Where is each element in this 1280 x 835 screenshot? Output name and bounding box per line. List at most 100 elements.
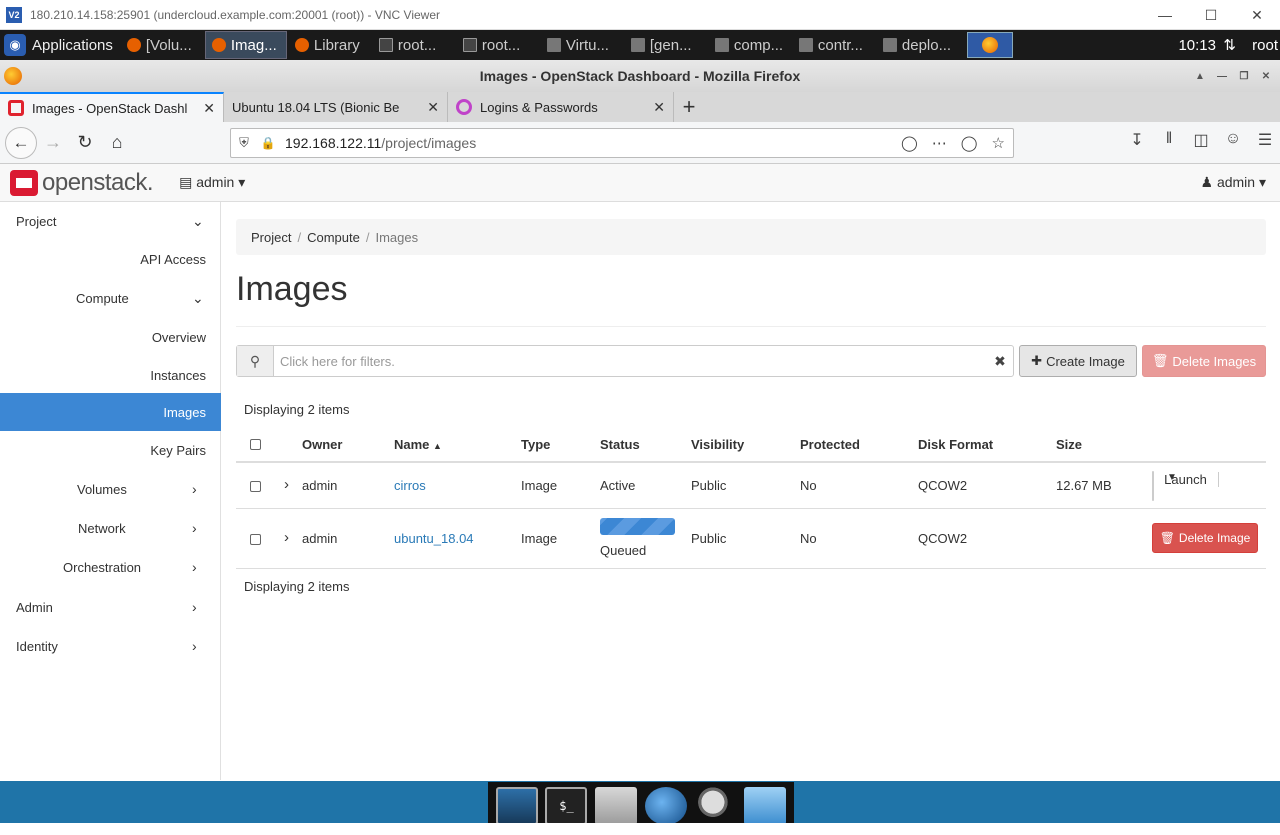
sidebar-item-overview[interactable]: Overview [0,318,221,356]
taskbar-item[interactable]: comp... [709,31,791,59]
col-size[interactable]: Size [1056,437,1082,452]
panel-clock[interactable]: 10:13 [1178,37,1216,54]
row-checkbox[interactable] [250,481,261,492]
terminal-icon[interactable]: $_ [545,787,588,825]
sidebar-item-orchestration[interactable]: Orchestration › [0,548,221,586]
folder-icon[interactable] [744,787,787,825]
select-all-checkbox[interactable] [250,439,261,450]
openstack-logo[interactable]: openstack. [10,169,154,197]
col-protected[interactable]: Protected [800,437,860,452]
col-owner[interactable]: Owner [302,437,342,452]
web-browser-icon[interactable] [644,787,687,825]
caret-down-icon[interactable]: ▼ [1153,472,1191,483]
sidebar-item-key-pairs[interactable]: Key Pairs [0,431,221,469]
home-folder-icon[interactable] [595,787,638,825]
breadcrumb-project[interactable]: Project [251,230,291,245]
taskbar-item[interactable]: root... [457,31,539,59]
maximize-icon[interactable]: ☐ [1188,0,1234,30]
menu-icon[interactable]: ☰ [1256,130,1274,150]
vm-console-icon [630,38,645,52]
taskbar-item[interactable]: deplo... [877,31,959,59]
window-close-icon[interactable]: ✕ [1258,69,1274,83]
firefox-launcher-button[interactable] [966,32,1013,58]
sidebar-item-project[interactable]: Project ⌄ [0,202,221,240]
applications-menu[interactable]: ◉ Applications [0,30,121,60]
tab-close-icon[interactable]: ✕ [653,99,665,116]
bookmark-star-icon[interactable]: ☆ [992,134,1005,152]
sidebar-item-volumes[interactable]: Volumes › [0,470,221,508]
lightbulb-icon[interactable]: ◯ [901,134,918,152]
taskbar-item[interactable]: root... [373,31,455,59]
taskbar-item[interactable]: Library [289,31,371,59]
expand-row-icon[interactable]: › [284,476,289,493]
insecure-lock-icon[interactable]: 🔒 [257,136,279,150]
network-icon[interactable]: ⇅ [1223,36,1236,54]
col-status[interactable]: Status [600,437,640,452]
row-checkbox[interactable] [250,534,261,545]
url-bar[interactable]: ⛨ 🔒 192.168.122.11/project/images ◯ ⋯ ◯ … [230,128,1014,158]
openstack-header: openstack. ▤ admin ▾ ♟ admin ▾ [0,164,1280,202]
sidebar-item-instances[interactable]: Instances [0,356,221,394]
taskbar-item[interactable]: [gen... [625,31,707,59]
image-name-link[interactable]: cirros [394,478,426,493]
account-icon[interactable]: ☺ [1224,130,1242,150]
pocket-icon[interactable]: ◯ [961,134,978,152]
col-visibility[interactable]: Visibility [691,437,744,452]
create-image-button[interactable]: ✚ Create Image [1019,345,1137,377]
tab-logins[interactable]: Logins & Passwords ✕ [448,92,674,122]
taskbar-item[interactable]: [Volu... [121,31,203,59]
new-tab-icon[interactable]: + [674,92,704,122]
delete-images-button[interactable]: 🗑 Delete Images [1142,345,1266,377]
close-icon[interactable]: ✕ [1234,0,1280,30]
search-icon[interactable] [694,787,737,825]
home-icon[interactable]: ⌂ [101,127,133,159]
url-text[interactable]: 192.168.122.11/project/images [285,135,476,151]
chevron-right-icon: › [192,599,197,615]
sidebar-item-compute[interactable]: Compute ⌄ [0,279,221,317]
page-actions-icon[interactable]: ⋯ [932,134,947,152]
sidebar-item-admin[interactable]: Admin › [0,588,221,626]
tab-close-icon[interactable]: ✕ [427,99,439,116]
expand-row-icon[interactable]: › [284,529,289,546]
tab-close-icon[interactable]: ✕ [203,100,215,117]
forward-icon[interactable]: → [37,127,69,159]
minimize-icon[interactable]: — [1142,0,1188,30]
download-icon[interactable]: ↧ [1128,130,1146,150]
tab-ubuntu[interactable]: Ubuntu 18.04 LTS (Bionic Be ✕ [224,92,448,122]
breadcrumb-images: Images [375,229,419,245]
delete-image-button[interactable]: 🗑 Delete Image [1152,523,1258,553]
tab-images[interactable]: Images - OpenStack Dashl ✕ [0,92,224,122]
clear-filter-icon[interactable]: ✖ [987,346,1013,376]
sidebar-icon[interactable]: ◫ [1192,130,1210,150]
taskbar-item[interactable]: contr... [793,31,875,59]
search-icon[interactable]: ⚲ [237,346,274,376]
sidebar-item-identity[interactable]: Identity › [0,627,221,665]
window-up-icon[interactable]: ▲ [1192,69,1208,83]
project-selector[interactable]: ▤ admin ▾ [179,174,245,191]
taskbar-item[interactable]: Imag... [204,31,287,59]
taskbar-item[interactable]: Virtu... [541,31,623,59]
window-title: Images - OpenStack Dashboard - Mozilla F… [479,68,801,84]
sidebar-item-network[interactable]: Network › [0,509,221,547]
col-name[interactable]: Name ▲ [394,437,442,452]
col-disk-format[interactable]: Disk Format [918,437,993,452]
filter-input[interactable] [274,346,987,376]
window-restore-icon[interactable]: ❐ [1236,69,1252,83]
back-icon[interactable]: ← [5,126,37,159]
panel-user[interactable]: root [1252,37,1278,54]
window-minimize-icon[interactable]: — [1214,69,1230,83]
sidebar-item-images[interactable]: Images [0,393,221,431]
cell-size: 12.67 MB [1056,478,1112,493]
sidebar-item-api-access[interactable]: API Access [0,240,221,278]
bottom-strip [0,823,1280,835]
library-icon[interactable]: ‖ [1160,130,1178,150]
show-desktop-icon[interactable] [495,787,538,825]
user-menu[interactable]: ♟ admin ▾ [1200,174,1266,191]
col-type[interactable]: Type [521,437,550,452]
shield-icon[interactable]: ⛨ [231,135,257,151]
chevron-down-icon: ⌄ [192,212,204,229]
breadcrumb-compute[interactable]: Compute [307,230,360,245]
cell-type: Image [521,531,558,546]
reload-icon[interactable]: ↻ [69,127,101,159]
image-name-link[interactable]: ubuntu_18.04 [394,531,474,546]
